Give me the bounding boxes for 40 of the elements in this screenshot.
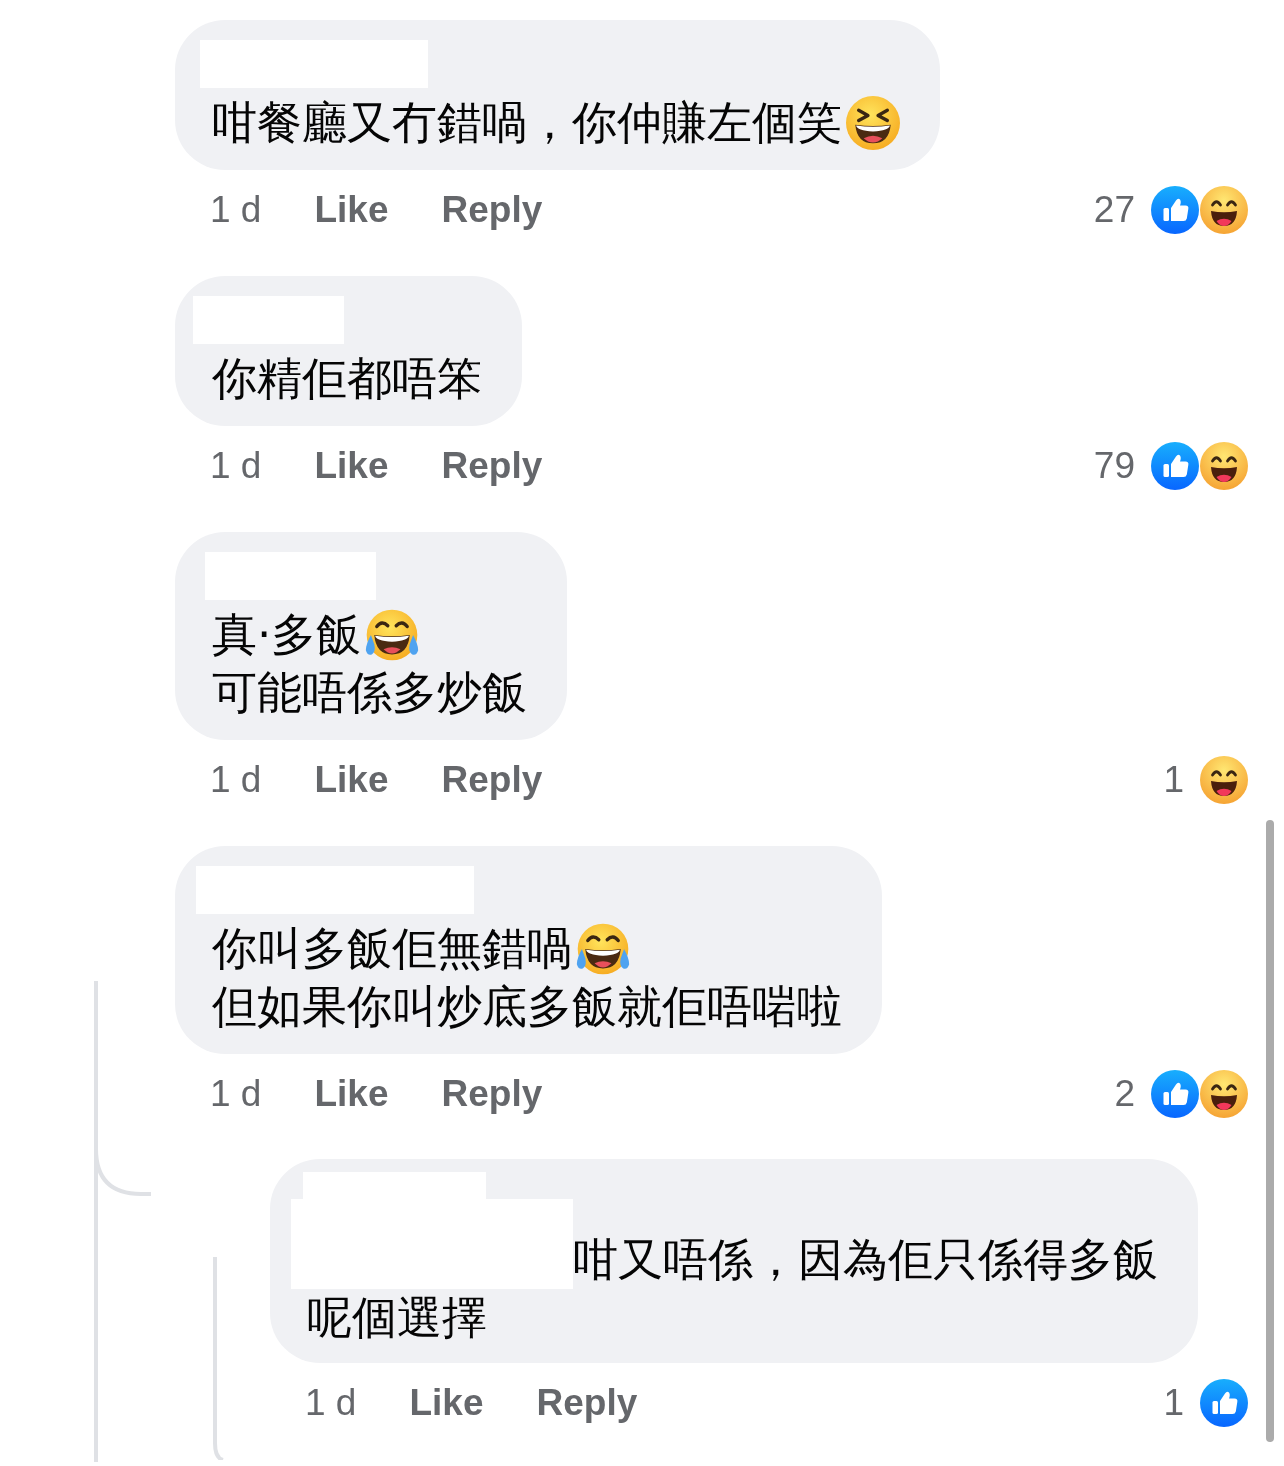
timestamp: 1 d — [210, 759, 262, 801]
like-link[interactable]: Like — [314, 189, 389, 231]
comment-text: 你精佢都唔笨 — [212, 351, 482, 407]
comment-text: 你叫多飯佢無錯喎 — [212, 921, 572, 977]
timestamp: 1 d — [210, 1073, 262, 1115]
reaction-count[interactable]: 27 — [1093, 189, 1135, 231]
scrollbar-thumb[interactable] — [1266, 820, 1274, 1442]
comment-text: 呢個選擇 — [307, 1290, 487, 1346]
laughing-tears-face-icon — [576, 922, 630, 976]
reaction-count[interactable]: 1 — [1163, 759, 1184, 801]
reaction-count[interactable]: 2 — [1114, 1073, 1135, 1115]
laughing-tears-face-icon — [365, 608, 420, 662]
reaction-count[interactable]: 1 — [1163, 1382, 1184, 1424]
laughing-face-icon — [1200, 186, 1248, 234]
thumbs-up-icon — [1151, 186, 1199, 234]
thumbs-up-icon — [1200, 1379, 1248, 1427]
like-link[interactable]: Like — [409, 1382, 484, 1424]
like-link[interactable]: Like — [314, 1073, 389, 1115]
laughing-face-icon — [1200, 1070, 1248, 1118]
like-link[interactable]: Like — [314, 759, 389, 801]
reaction-count[interactable]: 79 — [1093, 445, 1135, 487]
thumbs-up-icon — [1151, 442, 1199, 490]
laughing-face-icon — [1200, 756, 1248, 804]
like-link[interactable]: Like — [314, 445, 389, 487]
comment-text: 真·多飯 — [212, 607, 362, 663]
comment-text: 咁又唔係，因為佢只係得多飯 — [573, 1232, 1158, 1288]
grinning-squinting-face-icon — [846, 96, 900, 150]
comment-text: 但如果你叫炒底多飯就佢唔啱啦 — [212, 979, 842, 1035]
reply-link[interactable]: Reply — [536, 1382, 638, 1424]
reply-link[interactable]: Reply — [441, 445, 543, 487]
thumbs-up-icon — [1151, 1070, 1199, 1118]
comment-text: 咁餐廳又冇錯喎，你仲賺左個笑 — [212, 95, 842, 151]
timestamp: 1 d — [210, 445, 262, 487]
reply-link[interactable]: Reply — [441, 759, 543, 801]
timestamp: 1 d — [210, 189, 262, 231]
reply-link[interactable]: Reply — [441, 189, 543, 231]
reply-link[interactable]: Reply — [441, 1073, 543, 1115]
timestamp: 1 d — [305, 1382, 357, 1424]
laughing-face-icon — [1200, 442, 1248, 490]
comment-text: 可能唔係多炒飯 — [212, 665, 527, 721]
